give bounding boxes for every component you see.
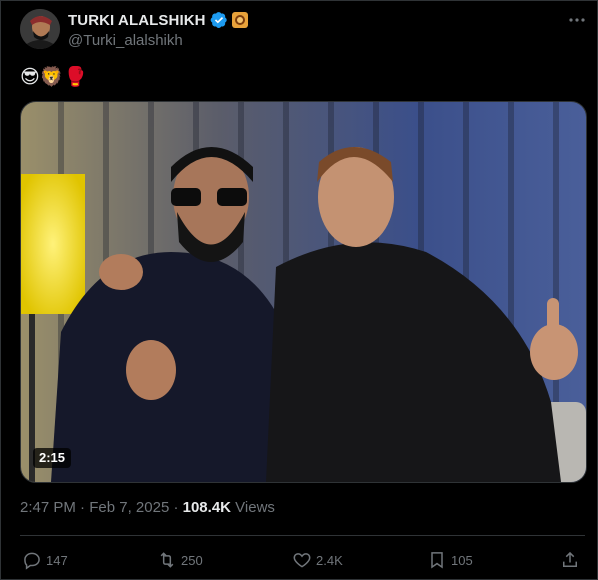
tweet-meta: 2:47 PM · Feb 7, 2025 · 108.4K Views [20, 499, 275, 516]
tweet-date[interactable]: Feb 7, 2025 [89, 499, 169, 516]
author-display-name[interactable]: TURKI ALALSHIKH [68, 12, 206, 29]
divider [20, 535, 585, 536]
views-count: 108.4K [182, 499, 231, 516]
views-label: Views [231, 499, 275, 516]
repost-icon [160, 552, 174, 568]
author-name-row: TURKI ALALSHIKH [68, 10, 248, 30]
share-button[interactable] [560, 550, 580, 570]
avatar-image [20, 9, 60, 49]
bookmark-icon [431, 552, 443, 569]
like-button[interactable]: 2.4K [292, 550, 343, 570]
heart-icon [293, 553, 311, 568]
repost-button[interactable]: 250 [157, 550, 203, 570]
more-options-icon[interactable] [566, 10, 588, 30]
share-icon [563, 551, 577, 567]
author-handle[interactable]: @Turki_alalshikh [68, 32, 183, 49]
repost-count: 250 [181, 552, 203, 568]
bookmark-button[interactable]: 105 [427, 550, 473, 570]
reply-button[interactable]: 147 [22, 550, 68, 570]
video-player[interactable] [20, 101, 587, 483]
tweet-time[interactable]: 2:47 PM [20, 499, 76, 516]
video-thumbnail [21, 102, 586, 482]
meta-separator: · [169, 499, 183, 516]
author-avatar[interactable] [20, 9, 60, 49]
like-count: 2.4K [316, 552, 343, 568]
tweet-text: 😎🦁🥊 [20, 66, 88, 88]
verified-badge-icon[interactable] [210, 11, 228, 29]
affiliate-badge-icon[interactable] [231, 12, 248, 28]
tweet-actions: 147 250 2.4K 105 [20, 545, 585, 575]
reply-icon [24, 552, 40, 570]
reply-count: 147 [46, 552, 68, 568]
bookmark-count: 105 [451, 552, 473, 568]
video-duration-badge: 2:15 [33, 448, 72, 468]
meta-separator: · [75, 499, 90, 516]
